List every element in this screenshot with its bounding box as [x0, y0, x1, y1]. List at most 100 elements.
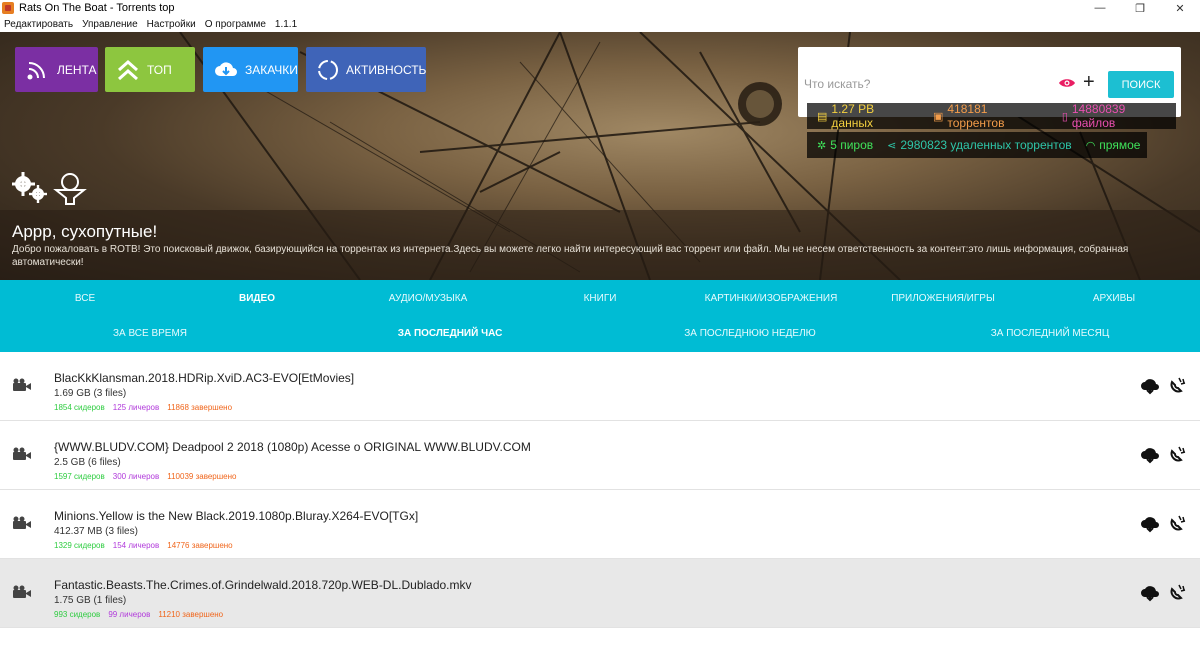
torrent-name[interactable]: BlacKkKlansman.2018.HDRip.XviD.AC3-EVO[E… [54, 371, 354, 385]
stat-removed: ⋖ 2980823 удаленных торрентов [887, 138, 1072, 152]
torrent-meta: 993 сидеров 99 личеров 11210 завершено [54, 610, 231, 619]
nav-activity-label: АКТИВНОСТЬ [346, 62, 427, 77]
eye-icon[interactable] [1058, 76, 1076, 94]
file-icon: ▯ [1061, 110, 1068, 123]
archive-icon: ▣ [932, 110, 944, 123]
stat-mode: ◠ прямое [1086, 138, 1141, 152]
magnet-icon[interactable] [1167, 583, 1187, 608]
torrent-size: 2.5 GB (6 files) [54, 457, 121, 468]
cat-all[interactable]: ВСЕ [75, 293, 95, 304]
torrent-name[interactable]: Minions.Yellow is the New Black.2019.108… [54, 509, 418, 523]
rss-icon [25, 57, 51, 83]
app-logo-icon [2, 2, 14, 14]
menu-version[interactable]: 1.1.1 [275, 19, 297, 30]
period-last-week[interactable]: ЗА ПОСЛЕДНЮЮ НЕДЕЛЮ [684, 328, 816, 339]
seeders-count: 1329 сидеров [54, 541, 105, 550]
completed-count: 11868 завершено [167, 403, 233, 412]
stat-files-value: 14880839 файлов [1071, 102, 1126, 130]
chevrons-up-icon [115, 57, 141, 83]
welcome-panel: Аррр, сухопутные! Добро пожаловать в ROT… [0, 210, 1200, 280]
torrent-row[interactable]: {WWW.BLUDV.COM} Deadpool 2 2018 (1080p) … [0, 421, 1200, 490]
stats-row-bottom: ✲ 5 пиров ⋖ 2980823 удаленных торрентов … [807, 132, 1147, 158]
window-controls: — ❐ ✕ [1080, 0, 1200, 16]
settings-gears [11, 170, 92, 211]
minimize-button[interactable]: — [1080, 0, 1120, 16]
cat-audio[interactable]: АУДИО/МУЗЫКА [389, 293, 468, 304]
close-button[interactable]: ✕ [1160, 0, 1200, 16]
nav-activity-button[interactable]: АКТИВНОСТЬ [306, 47, 426, 92]
search-button[interactable]: ПОИСК [1108, 71, 1174, 98]
torrent-size: 1.75 GB (1 files) [54, 595, 127, 606]
cat-books[interactable]: КНИГИ [584, 293, 617, 304]
torrent-row[interactable]: Fantastic.Beasts.The.Crimes.of.Grindelwa… [0, 559, 1200, 628]
nav-top-button[interactable]: ТОП [105, 47, 195, 92]
completed-count: 14776 завершено [167, 541, 233, 550]
torrent-row[interactable]: BlacKkKlansman.2018.HDRip.XviD.AC3-EVO[E… [0, 352, 1200, 421]
torrent-meta: 1329 сидеров 154 личеров 14776 завершено [54, 541, 241, 550]
leechers-count: 300 личеров [112, 472, 160, 481]
cat-video[interactable]: ВИДЕО [239, 293, 275, 304]
period-last-hour[interactable]: ЗА ПОСЛЕДНИЙ ЧАС [398, 328, 503, 339]
stat-data-value: 1.27 PB данных [831, 102, 875, 130]
plus-icon[interactable]: + [1083, 72, 1095, 92]
cat-pictures[interactable]: КАРТИНКИ/ИЗОБРАЖЕНИЯ [705, 293, 838, 304]
search-input[interactable] [804, 75, 1044, 93]
sync-icon [316, 57, 340, 83]
nav-top-label: ТОП [147, 62, 172, 77]
torrent-row[interactable]: Minions.Yellow is the New Black.2019.108… [0, 490, 1200, 559]
period-all-time[interactable]: ЗА ВСЕ ВРЕМЯ [113, 328, 187, 339]
stat-torrents-value: 418181 торрентов [947, 102, 1005, 130]
completed-count: 11210 завершено [158, 610, 224, 619]
torrent-name[interactable]: Fantastic.Beasts.The.Crimes.of.Grindelwa… [54, 578, 472, 592]
peers-icon: ✲ [817, 139, 827, 152]
torrent-list: BlacKkKlansman.2018.HDRip.XviD.AC3-EVO[E… [0, 352, 1200, 628]
video-camera-icon [12, 516, 32, 535]
leechers-count: 154 личеров [112, 541, 160, 550]
torrent-name[interactable]: {WWW.BLUDV.COM} Deadpool 2 2018 (1080p) … [54, 440, 531, 454]
completed-count: 110039 завершено [167, 472, 237, 481]
download-icon[interactable] [1140, 515, 1160, 538]
video-camera-icon [12, 585, 32, 604]
menu-edit[interactable]: Редактировать [4, 19, 73, 30]
stat-mode-value: прямое [1099, 138, 1141, 152]
maximize-button[interactable]: ❐ [1120, 0, 1160, 16]
database-icon: ▤ [817, 110, 828, 123]
video-camera-icon [12, 447, 32, 466]
hero-banner: ЛЕНТА ТОП ЗАКАЧКИ АКТИВНОСТЬ + ПОИСК ▤ 1… [0, 32, 1200, 280]
stat-data: ▤ 1.27 PB данных [817, 102, 919, 130]
seeders-count: 1597 сидеров [54, 472, 105, 481]
menu-about[interactable]: О программе [205, 19, 266, 30]
share-icon: ⋖ [887, 139, 897, 152]
menu-bar: Редактировать Управление Настройки О про… [0, 16, 1200, 32]
stat-torrents: ▣ 418181 торрентов [933, 102, 1048, 130]
magnet-icon[interactable] [1167, 445, 1187, 470]
gears-icon [11, 172, 47, 203]
welcome-text: Добро пожаловать в ROTB! Это поисковый д… [12, 244, 1129, 268]
torrent-size: 1.69 GB (3 files) [54, 388, 127, 399]
magnet-icon[interactable] [1167, 514, 1187, 539]
nav-downloads-button[interactable]: ЗАКАЧКИ [203, 47, 298, 92]
download-icon[interactable] [1140, 584, 1160, 607]
cat-archives[interactable]: АРХИВЫ [1093, 293, 1135, 304]
seeders-count: 993 сидеров [54, 610, 101, 619]
menu-settings[interactable]: Настройки [147, 19, 196, 30]
download-icon[interactable] [1140, 446, 1160, 469]
torrent-meta: 1597 сидеров 300 личеров 110039 завершено [54, 472, 244, 481]
window-title: Rats On The Boat - Torrents top [19, 2, 175, 14]
torrent-meta: 1854 сидеров 125 личеров 11868 завершено [54, 403, 240, 412]
download-icon[interactable] [1140, 377, 1160, 400]
menu-manage[interactable]: Управление [82, 19, 138, 30]
nav-feed-button[interactable]: ЛЕНТА [15, 47, 98, 92]
period-last-month[interactable]: ЗА ПОСЛЕДНИЙ МЕСЯЦ [991, 328, 1110, 339]
stat-peers: ✲ 5 пиров [817, 138, 873, 152]
leechers-count: 125 личеров [112, 403, 160, 412]
stats-row-top: ▤ 1.27 PB данных ▣ 418181 торрентов ▯ 14… [807, 102, 1176, 130]
category-bar: ВСЕ ВИДЕО АУДИО/МУЗЫКА КНИГИ КАРТИНКИ/ИЗ… [0, 280, 1200, 352]
wifi-icon: ◠ [1085, 139, 1096, 152]
nav-feed-label: ЛЕНТА [57, 62, 97, 77]
cat-apps[interactable]: ПРИЛОЖЕНИЯ/ИГРЫ [891, 293, 995, 304]
nav-downloads-label: ЗАКАЧКИ [245, 62, 298, 77]
magnet-icon[interactable] [1167, 376, 1187, 401]
stat-peers-value: 5 пиров [830, 138, 874, 152]
stat-files: ▯ 14880839 файлов [1062, 102, 1172, 130]
